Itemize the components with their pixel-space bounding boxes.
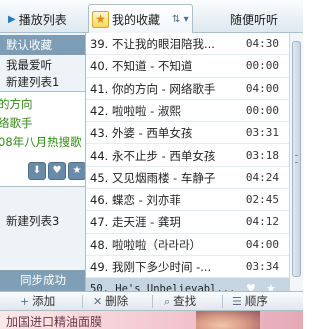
list-item-selected[interactable]: 50. He's Unbelievabl... ♥ ★ bbox=[86, 278, 289, 291]
song-duration: 03:34 bbox=[245, 260, 279, 273]
search-icon: ⌕ bbox=[164, 295, 171, 308]
song-title: 42. 啦啦啦 - 淑熙 bbox=[90, 103, 181, 118]
sidebar-item-label: 我最爱听 bbox=[6, 58, 52, 72]
download-icon[interactable]: ⬇ bbox=[28, 162, 46, 180]
scrollbar[interactable] bbox=[289, 33, 303, 291]
tab-favorites[interactable]: ★ 我的收藏 ⇅ ▾ bbox=[88, 4, 193, 33]
song-title: 49. 我刚下多少时间 -... bbox=[90, 260, 212, 274]
sidebar: 默认收藏 我最爱听 新建列表1 的方向 络歌手 08年八月热搜歌 ⬇ ♥ ★ 新… bbox=[0, 33, 86, 291]
ad-image bbox=[196, 311, 260, 329]
tab-playlist[interactable]: ▶ 播放列表 bbox=[0, 6, 86, 33]
sidebar-item-label: 新建列表3 bbox=[6, 214, 60, 228]
list-item[interactable]: 48. 啦啦啦（라라라） 04:00 bbox=[86, 234, 289, 256]
song-title: 40. 不知道 - 不知道 bbox=[90, 59, 193, 74]
star-icon[interactable]: ★ bbox=[68, 162, 85, 180]
song-duration: 04:30 bbox=[245, 37, 279, 50]
scrollbar-thumb[interactable] bbox=[292, 41, 301, 277]
tab-random-label: 随便听听 bbox=[230, 13, 279, 27]
sync-status: 同步成功 bbox=[0, 270, 85, 291]
add-label: 添加 bbox=[32, 294, 56, 308]
song-title: 43. 外婆 - 西单女孩 bbox=[90, 126, 193, 141]
find-label: 查找 bbox=[173, 294, 197, 308]
tab-random[interactable]: 随便听听 bbox=[222, 6, 303, 33]
find-button[interactable]: ⌕ 查找 bbox=[164, 292, 196, 311]
delete-button[interactable]: ✕ 删除 bbox=[93, 292, 128, 311]
list-item[interactable]: 44. 永不止步 - 西单女孩 03:18 bbox=[86, 145, 289, 167]
song-duration: 02:45 bbox=[245, 193, 279, 207]
panel-line[interactable]: 08年八月热搜歌 bbox=[0, 133, 82, 152]
sidebar-item-new-list-3[interactable]: 新建列表3 bbox=[0, 211, 85, 231]
sidebar-item-new-list-1[interactable]: 新建列表1 bbox=[0, 75, 85, 90]
grip-icon bbox=[295, 155, 298, 163]
sidebar-item-label: 默认收藏 bbox=[6, 38, 52, 52]
sidebar-item-label: 新建列表1 bbox=[6, 75, 60, 89]
tab-favorites-label: 我的收藏 bbox=[112, 12, 161, 27]
sort-icon[interactable]: ⇅ ▾ bbox=[172, 14, 189, 25]
song-duration: 00:00 bbox=[245, 103, 279, 117]
song-duration: 00:00 bbox=[245, 59, 279, 73]
close-icon: ✕ bbox=[93, 295, 103, 308]
song-duration: 03:31 bbox=[245, 126, 279, 140]
list-item[interactable]: 43. 外婆 - 西单女孩 03:31 bbox=[86, 122, 289, 145]
tab-playlist-label: 播放列表 bbox=[18, 13, 67, 27]
divider bbox=[82, 295, 83, 308]
heart-icon[interactable]: ♥ bbox=[246, 278, 256, 291]
song-duration: 04:24 bbox=[245, 170, 279, 184]
song-title: 47. 走天涯 - 龚玥 bbox=[90, 215, 181, 230]
list-order-icon: ☰ bbox=[232, 295, 242, 308]
play-triangle-icon: ▶ bbox=[8, 14, 16, 25]
star-icon: ★ bbox=[92, 10, 109, 28]
song-duration: 04:00 bbox=[245, 81, 279, 95]
panel-buttons: ⬇ ♥ ★ bbox=[28, 162, 85, 180]
order-label: 顺序 bbox=[244, 294, 268, 308]
star-icon[interactable]: ★ bbox=[266, 278, 276, 291]
song-title: 50. He's Unbelievabl... bbox=[90, 283, 236, 291]
list-item[interactable]: 46. 蝶恋 - 刘亦菲 02:45 bbox=[86, 189, 289, 212]
panel-line[interactable]: 络歌手 bbox=[0, 114, 33, 133]
song-duration: 03:18 bbox=[245, 148, 279, 162]
list-item[interactable]: 49. 我刚下多少时间 -... 03:34 bbox=[86, 256, 289, 279]
song-duration: 04:12 bbox=[245, 215, 279, 229]
delete-label: 删除 bbox=[105, 294, 129, 308]
song-list: 39. 不让我的眼泪陪我... 04:30 40. 不知道 - 不知道 00:0… bbox=[86, 33, 289, 291]
list-item[interactable]: 45. 又见烟雨楼 - 车静子 04:24 bbox=[86, 167, 289, 190]
panel-line[interactable]: 的方向 bbox=[0, 95, 33, 114]
heart-icon[interactable]: ♥ bbox=[48, 162, 66, 180]
sidebar-popup-panel: 的方向 络歌手 08年八月热搜歌 ⬇ ♥ ★ bbox=[0, 91, 85, 187]
list-item[interactable]: 40. 不知道 - 不知道 00:00 bbox=[86, 55, 289, 78]
song-title: 46. 蝶恋 - 刘亦菲 bbox=[90, 193, 181, 208]
plus-icon: + bbox=[20, 295, 30, 308]
ad-banner[interactable]: 加国进口精油面膜 bbox=[0, 311, 303, 329]
song-title: 41. 你的方向 - 网络歌手 bbox=[90, 81, 216, 96]
song-title: 44. 永不止步 - 西单女孩 bbox=[90, 148, 216, 163]
sidebar-item-default-favorites[interactable]: 默认收藏 bbox=[0, 35, 85, 55]
song-duration: 04:00 bbox=[245, 237, 279, 251]
tab-bar: ▶ 播放列表 ★ 我的收藏 ⇅ ▾ 随便听听 bbox=[0, 0, 303, 33]
add-button[interactable]: + 添加 bbox=[20, 292, 55, 311]
order-button[interactable]: ☰ 顺序 bbox=[232, 292, 268, 311]
bottom-toolbar: + 添加 ✕ 删除 ⌕ 查找 ☰ 顺序 bbox=[0, 291, 303, 311]
song-title: 45. 又见烟雨楼 - 车静子 bbox=[90, 170, 216, 185]
list-item[interactable]: 47. 走天涯 - 龚玥 04:12 bbox=[86, 211, 289, 234]
song-title: 39. 不让我的眼泪陪我... bbox=[90, 37, 215, 51]
divider bbox=[222, 295, 223, 308]
divider bbox=[152, 295, 153, 308]
ad-text: 加国进口精油面膜 bbox=[6, 315, 103, 329]
sidebar-item-my-favorites[interactable]: 我最爱听 bbox=[0, 55, 85, 75]
list-item[interactable]: 42. 啦啦啦 - 淑熙 00:00 bbox=[86, 100, 289, 123]
list-item[interactable]: 41. 你的方向 - 网络歌手 04:00 bbox=[86, 78, 289, 100]
list-item[interactable]: 39. 不让我的眼泪陪我... 04:30 bbox=[86, 33, 289, 56]
song-title: 48. 啦啦啦（라라라） bbox=[90, 237, 202, 252]
